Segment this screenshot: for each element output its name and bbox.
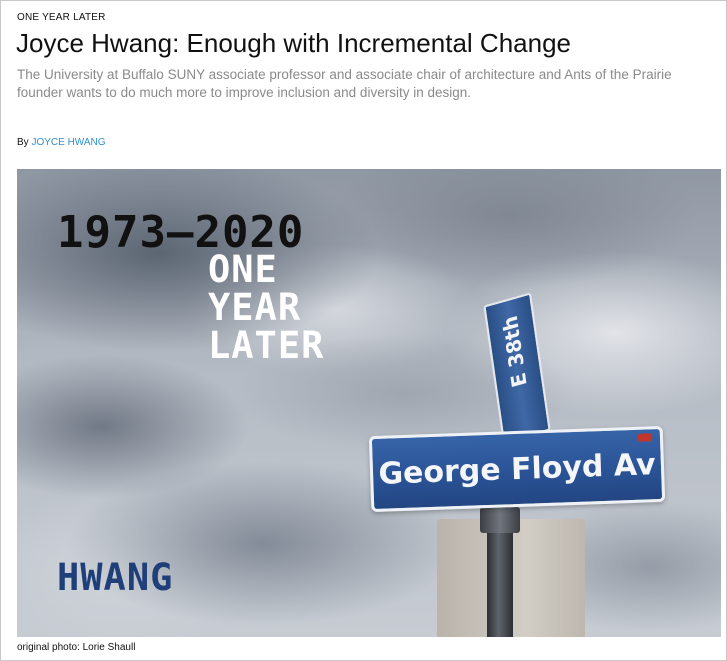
author-link[interactable]: JOYCE HWANG xyxy=(31,137,105,148)
pole-clamp xyxy=(480,507,520,533)
article-kicker: ONE YEAR LATER xyxy=(17,12,106,23)
photo-caption: original photo: Lorie Shaull xyxy=(17,642,136,653)
hero-image: E 38th George Floyd Av 1973–2020 ONE YEA… xyxy=(17,169,721,637)
street-sign: George Floyd Av xyxy=(368,425,666,513)
overlay-line: LATER xyxy=(208,324,325,367)
overlay-line: YEAR xyxy=(208,286,302,329)
vertical-street-sign: E 38th xyxy=(483,292,551,444)
byline: By JOYCE HWANG xyxy=(17,137,106,148)
byline-prefix: By xyxy=(17,137,29,148)
article-headline: Joyce Hwang: Enough with Incremental Cha… xyxy=(16,28,571,58)
street-sign-text: George Floyd Av xyxy=(377,446,657,492)
sign-tag xyxy=(637,433,653,442)
vertical-street-sign-text: E 38th xyxy=(497,313,532,391)
overlay-one-year-later: ONE YEAR LATER xyxy=(208,251,388,365)
article-dek: The University at Buffalo SUNY associate… xyxy=(17,67,672,100)
overlay-name: HWANG xyxy=(57,556,174,599)
overlay-line: ONE xyxy=(208,248,278,291)
